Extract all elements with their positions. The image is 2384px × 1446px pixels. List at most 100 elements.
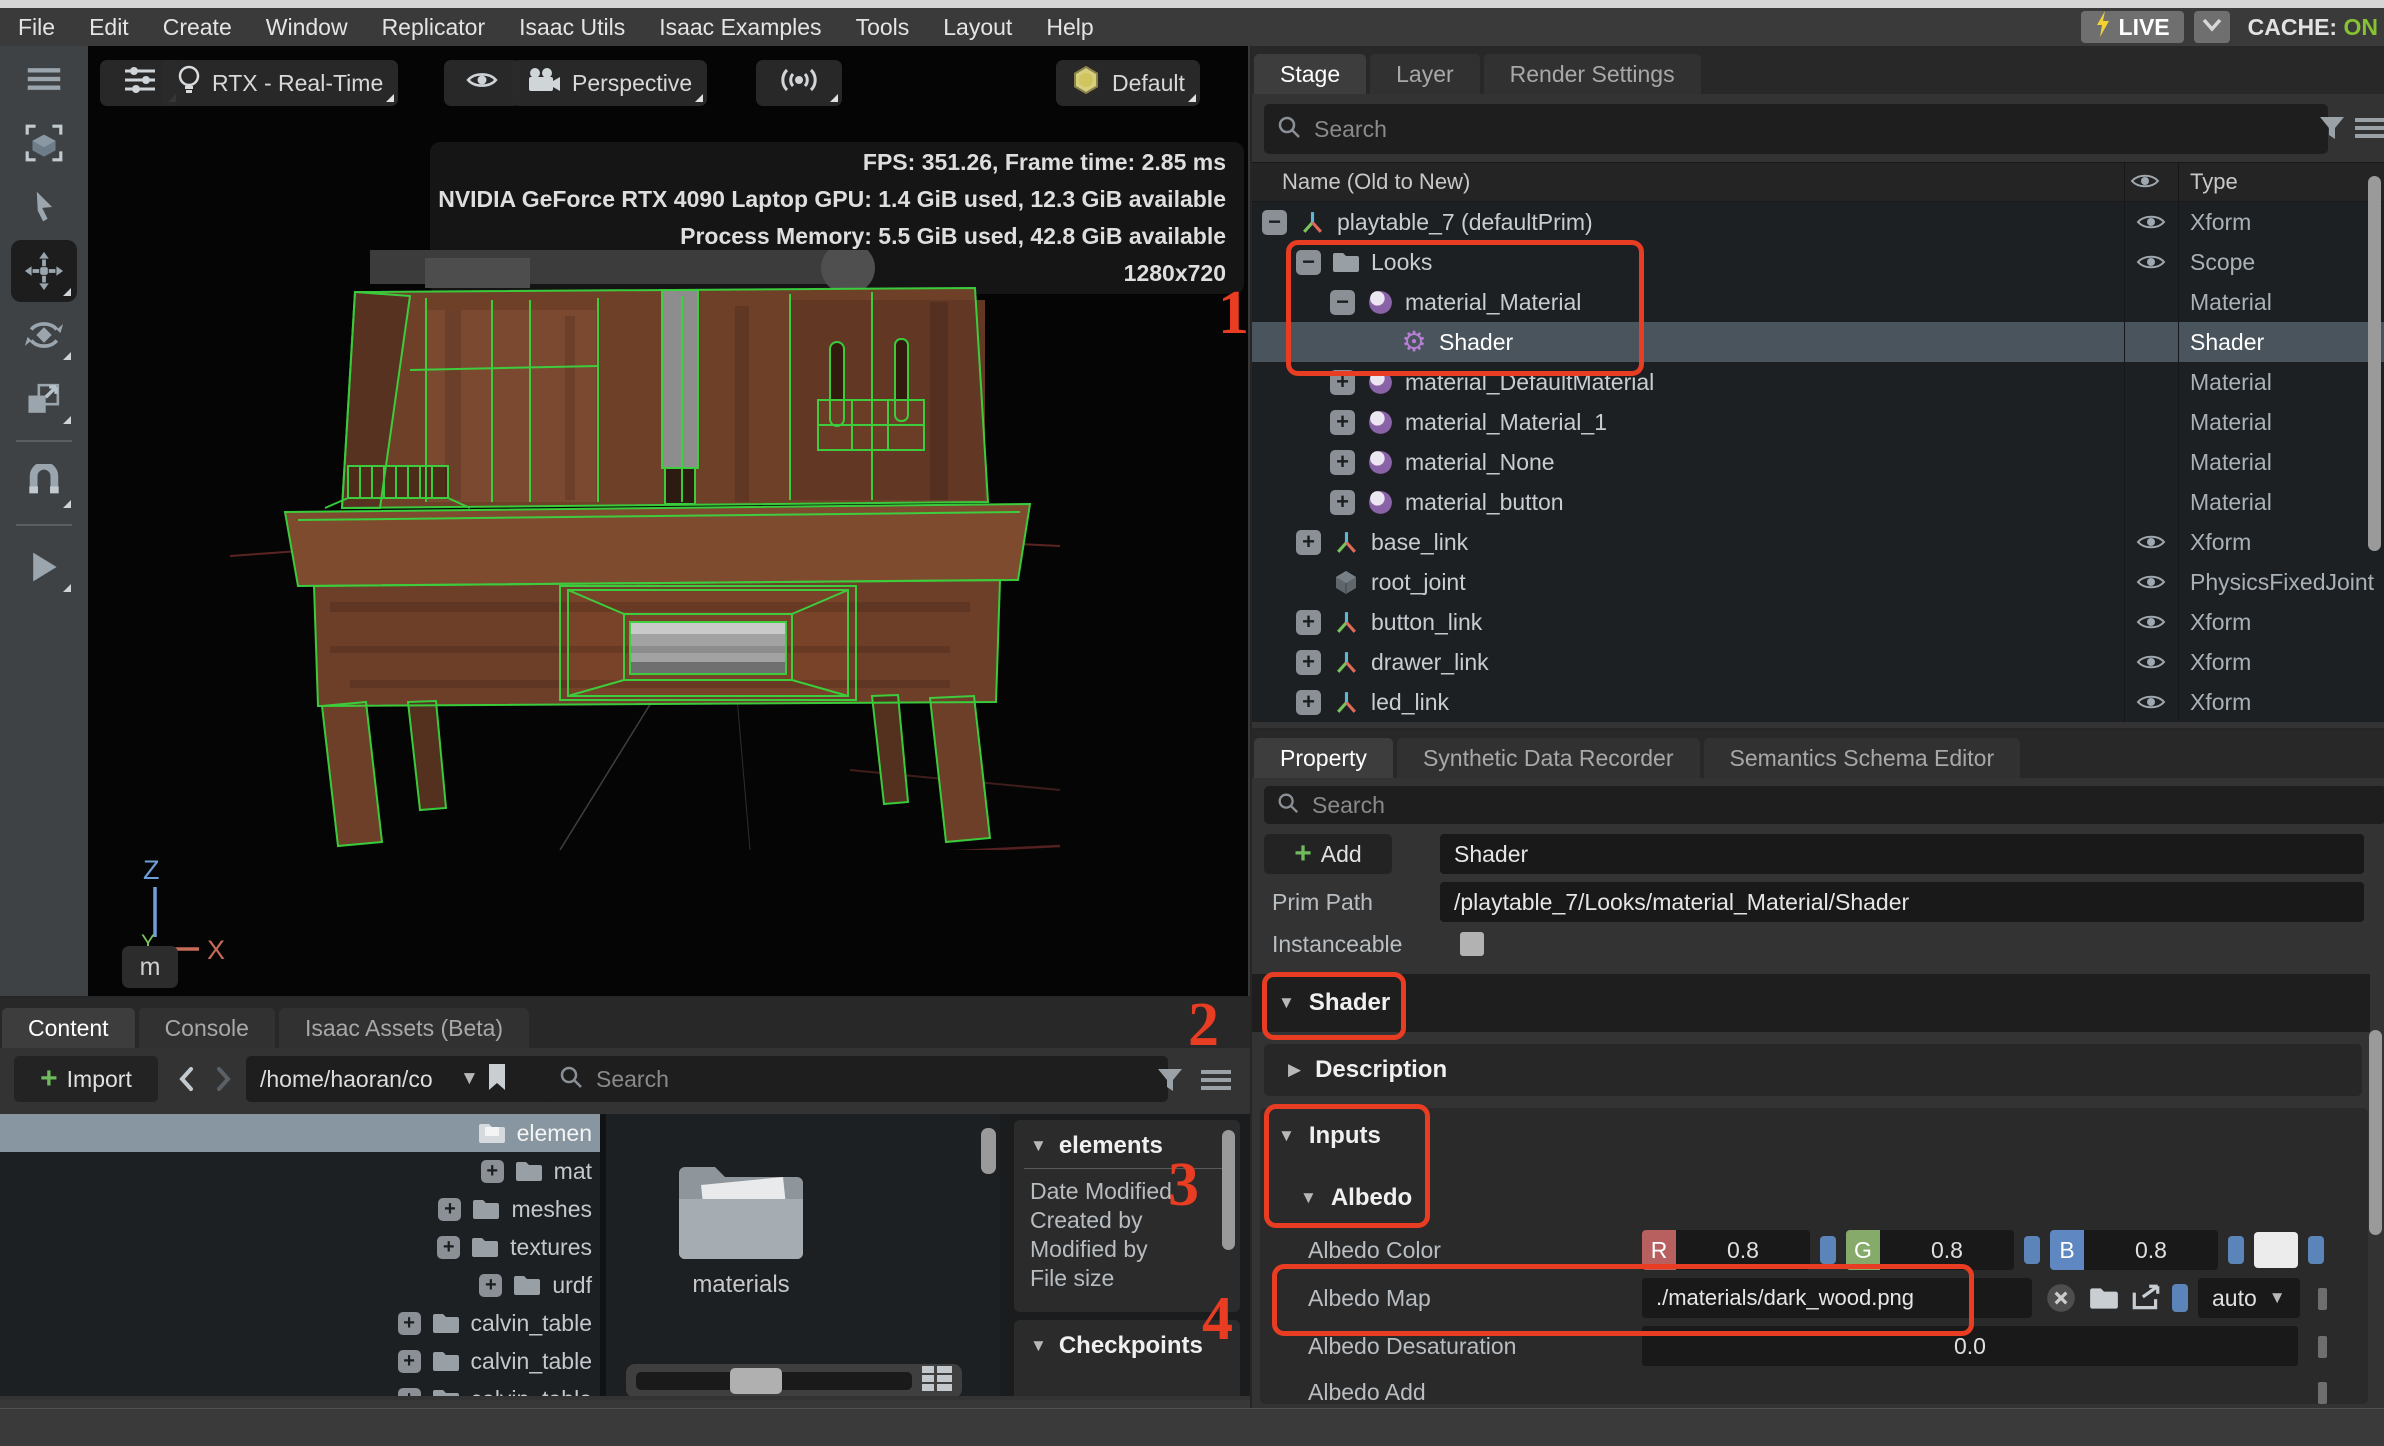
visibility-eye-icon[interactable]	[2124, 652, 2178, 672]
content-tree-item-mat[interactable]: +mat	[0, 1152, 600, 1190]
grid-unit-button[interactable]: m	[122, 946, 178, 988]
expander-plus-icon[interactable]: +	[398, 1388, 421, 1397]
description-section-header[interactable]: ▶Description	[1264, 1044, 2362, 1096]
content-tree-item-urdf[interactable]: +urdf	[0, 1266, 600, 1304]
visibility-eye-icon[interactable]	[2124, 212, 2178, 232]
move-tool-icon[interactable]	[11, 240, 77, 302]
viewport-3d[interactable]: RTX - Real-Time Perspective Default FPS:…	[88, 46, 1248, 996]
triangle-down-icon[interactable]: ▼	[460, 1068, 479, 1090]
open-external-icon[interactable]	[2130, 1284, 2162, 1312]
expander-plus-icon[interactable]: +	[1296, 530, 1321, 555]
selection-mode-tool-icon[interactable]	[11, 112, 77, 174]
expander-plus-icon[interactable]: +	[437, 1236, 460, 1259]
visibility-options-button[interactable]	[444, 60, 520, 106]
expander-plus-icon[interactable]: +	[398, 1350, 421, 1373]
path-input[interactable]	[258, 1065, 452, 1094]
scale-tool-icon[interactable]	[11, 368, 77, 430]
grid-item-materials[interactable]: materials	[661, 1154, 821, 1299]
stage-options-button[interactable]	[2352, 110, 2384, 146]
stage-tab-stage[interactable]: Stage	[1254, 54, 1366, 94]
property-search[interactable]	[1264, 786, 2384, 824]
property-tab-property[interactable]: Property	[1254, 738, 1393, 778]
stage-filter-button[interactable]	[2314, 110, 2350, 146]
menu-item-isaac-examples[interactable]: Isaac Examples	[659, 14, 821, 41]
expander-plus-icon[interactable]: +	[479, 1274, 502, 1297]
property-tab-synthetic-data-recorder[interactable]: Synthetic Data Recorder	[1397, 738, 1700, 778]
content-tree-item-calvin-table[interactable]: +calvin_table	[0, 1342, 600, 1380]
bookmark-icon[interactable]	[487, 1063, 507, 1096]
playtable-3d-model[interactable]	[230, 250, 1060, 850]
link-toggle-icon[interactable]	[1820, 1236, 1836, 1264]
link-toggle-icon[interactable]	[2024, 1236, 2040, 1264]
expander-minus-icon[interactable]: −	[1262, 210, 1287, 235]
visibility-eye-icon[interactable]	[2124, 572, 2178, 592]
stage-row-button-link[interactable]: +button_linkXform	[1252, 602, 2384, 642]
stage-row-drawer-link[interactable]: +drawer_linkXform	[1252, 642, 2384, 682]
link-toggle-icon[interactable]	[2172, 1284, 2188, 1312]
content-tree-item-calvin-table[interactable]: +calvin_table	[0, 1380, 600, 1396]
grid-view-icon[interactable]	[922, 1366, 952, 1397]
colorspace-dropdown[interactable]: auto▼	[2198, 1278, 2300, 1318]
visibility-eye-icon[interactable]	[2124, 252, 2178, 272]
content-tree-item-textures[interactable]: +textures	[0, 1228, 600, 1266]
stage-column-headers[interactable]: Name (Old to New) Type	[1252, 162, 2384, 202]
content-search-input[interactable]	[594, 1065, 1156, 1094]
menu-item-replicator[interactable]: Replicator	[382, 14, 486, 41]
property-scrollbar[interactable]	[2369, 1030, 2382, 1235]
expander-plus-icon[interactable]: +	[1296, 690, 1321, 715]
broadcast-button[interactable]	[756, 60, 842, 106]
link-toggle-icon[interactable]	[2228, 1236, 2244, 1264]
add-property-button[interactable]: +Add	[1264, 834, 1392, 874]
nav-forward-button[interactable]	[208, 1062, 240, 1096]
zoom-slider-track[interactable]	[636, 1372, 912, 1390]
content-search[interactable]	[546, 1056, 1168, 1102]
stage-tab-render-settings[interactable]: Render Settings	[1484, 54, 1701, 94]
menu-item-window[interactable]: Window	[266, 14, 348, 41]
menu-item-edit[interactable]: Edit	[89, 14, 129, 41]
stage-row-root-joint[interactable]: root_jointPhysicsFixedJoint	[1252, 562, 2384, 602]
live-dropdown-button[interactable]	[2194, 11, 2230, 43]
instanceable-checkbox[interactable]	[1460, 932, 1484, 956]
clear-map-button[interactable]	[2044, 1281, 2078, 1315]
stage-row-material-none[interactable]: +material_NoneMaterial	[1252, 442, 2384, 482]
prim-name-field[interactable]: Shader	[1440, 834, 2364, 874]
shader-section-header[interactable]: ▼Shader	[1252, 974, 2370, 1032]
expander-plus-icon[interactable]: +	[1330, 410, 1355, 435]
snap-tool-icon[interactable]	[11, 452, 77, 514]
grid-scrollbar[interactable]	[981, 1128, 996, 1174]
stage-search-input[interactable]	[1312, 115, 2316, 144]
select-tool-icon[interactable]	[11, 176, 77, 238]
visibility-eye-icon[interactable]	[2124, 532, 2178, 552]
live-sync-button[interactable]: LIVE	[2081, 11, 2184, 43]
expander-plus-icon[interactable]: +	[1296, 650, 1321, 675]
visibility-eye-icon[interactable]	[2124, 692, 2178, 712]
stage-row-base-link[interactable]: +base_linkXform	[1252, 522, 2384, 562]
details-scrollbar[interactable]	[1222, 1130, 1235, 1250]
content-tree-item-meshes[interactable]: +meshes	[0, 1190, 600, 1228]
path-bar[interactable]: ▼	[246, 1056, 558, 1102]
content-tab-content[interactable]: Content	[2, 1008, 135, 1048]
menu-item-isaac-utils[interactable]: Isaac Utils	[519, 14, 625, 41]
expander-plus-icon[interactable]: +	[1296, 610, 1321, 635]
stage-row-playtable-7-defaultprim[interactable]: −playtable_7 (defaultPrim)Xform	[1252, 202, 2384, 242]
prim-path-field[interactable]: /playtable_7/Looks/material_Material/Sha…	[1440, 882, 2364, 922]
browse-folder-icon[interactable]	[2088, 1285, 2120, 1311]
menu-item-file[interactable]: File	[18, 14, 55, 41]
stage-row-material-button[interactable]: +material_buttonMaterial	[1252, 482, 2384, 522]
expander-plus-icon[interactable]: +	[1330, 450, 1355, 475]
rotate-tool-icon[interactable]	[11, 304, 77, 366]
nav-back-button[interactable]	[170, 1062, 202, 1096]
expander-plus-icon[interactable]: +	[481, 1160, 504, 1183]
stage-tab-layer[interactable]: Layer	[1370, 54, 1480, 94]
camera-button[interactable]: Perspective	[512, 60, 707, 106]
expander-plus-icon[interactable]: +	[1330, 490, 1355, 515]
content-tab-isaac-assets-beta[interactable]: Isaac Assets (Beta)	[279, 1008, 529, 1048]
stage-search[interactable]	[1264, 104, 2328, 154]
menu-item-tools[interactable]: Tools	[856, 14, 910, 41]
render-profile-button[interactable]: Default	[1056, 60, 1200, 106]
content-tree-item-elemen[interactable]: elemen	[0, 1114, 600, 1152]
content-filter-button[interactable]	[1152, 1062, 1188, 1098]
channel-b-value[interactable]: 0.8	[2084, 1230, 2218, 1270]
content-tab-console[interactable]: Console	[139, 1008, 275, 1048]
details-header[interactable]: ▼elements	[1014, 1120, 1240, 1168]
